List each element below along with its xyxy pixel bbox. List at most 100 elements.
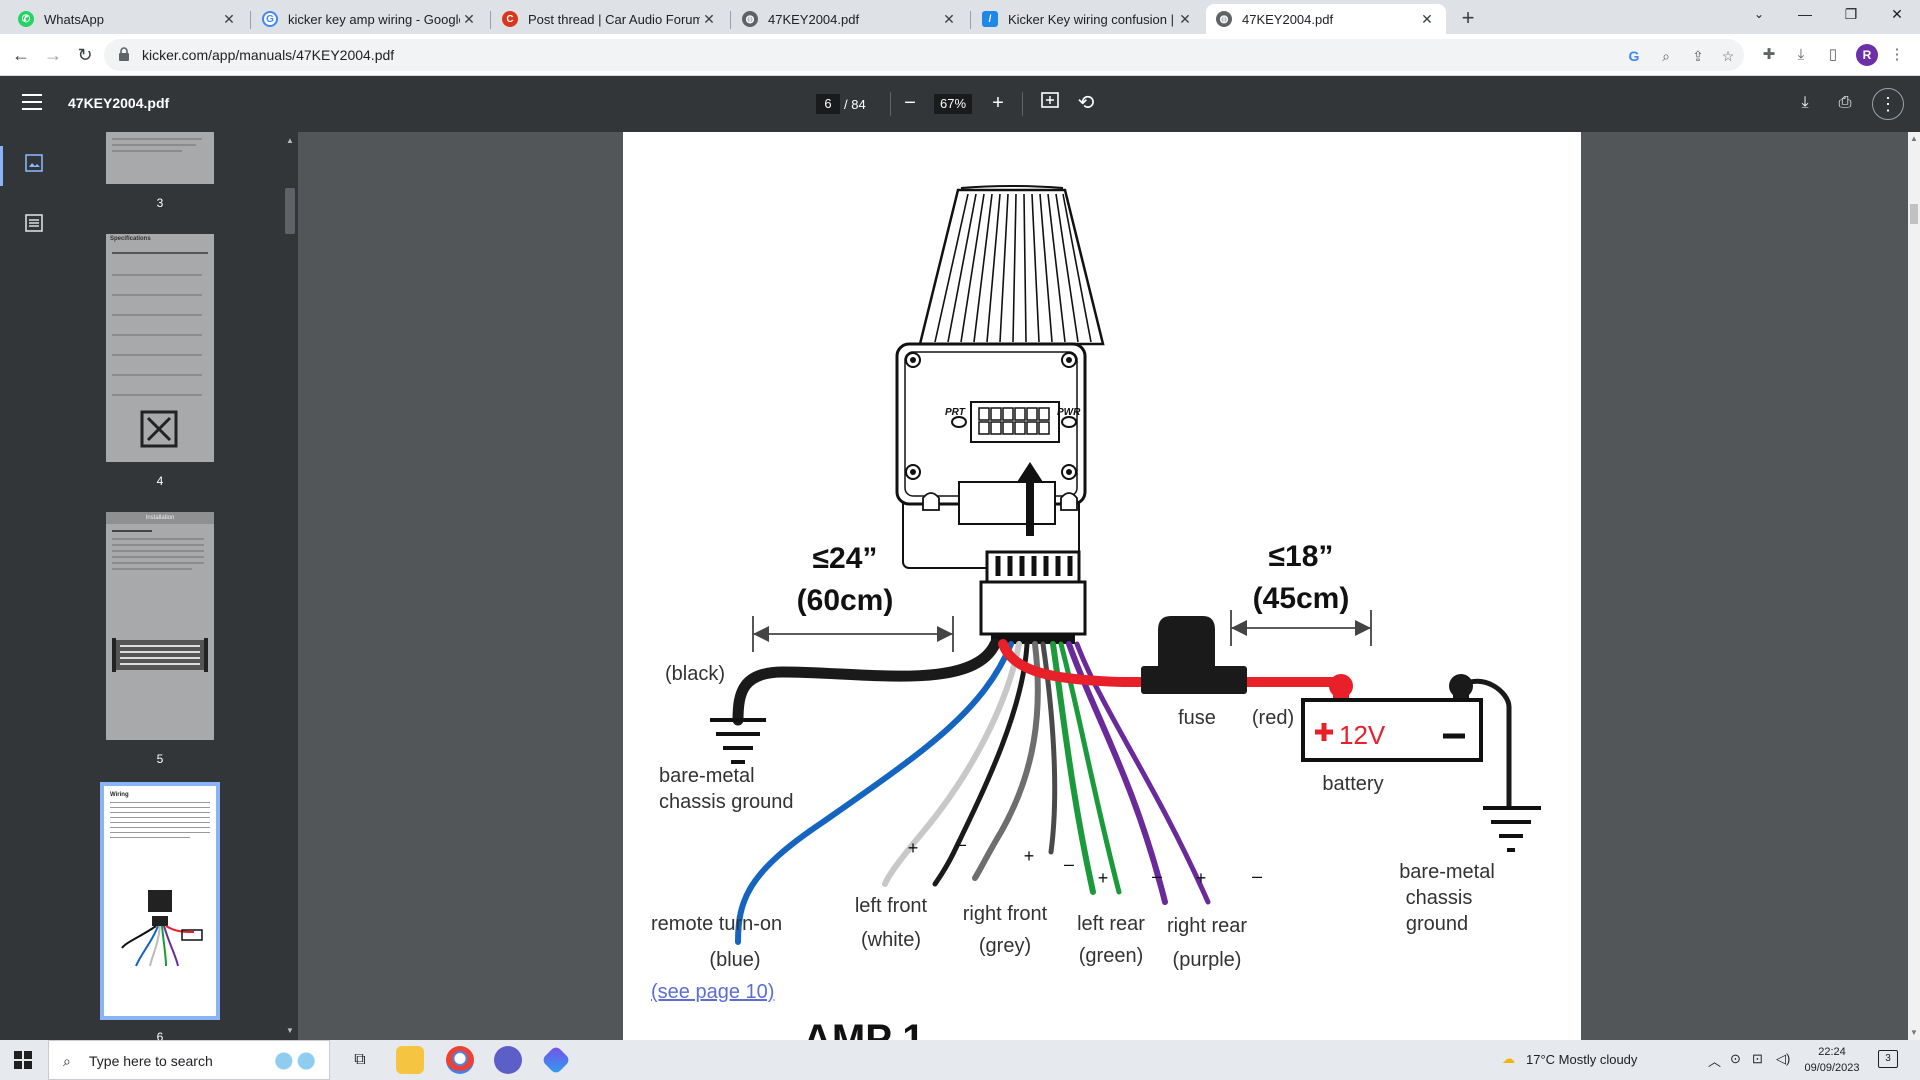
weather-widget[interactable]: 17°C Mostly cloudy bbox=[1526, 1052, 1637, 1067]
messenger-icon[interactable] bbox=[494, 1046, 522, 1074]
print-icon[interactable]: ⎙ bbox=[1832, 90, 1858, 116]
tab-strip: ✆ WhatsApp ✕ G kicker key amp wiring - G… bbox=[0, 0, 1920, 34]
black-label: (black) bbox=[665, 663, 725, 685]
close-icon[interactable]: ✕ bbox=[700, 11, 718, 28]
rotate-icon[interactable]: ⟲ bbox=[1073, 90, 1099, 116]
right-rear-label-1: right rear bbox=[1167, 915, 1247, 937]
amplifier-graphic-icon bbox=[112, 638, 208, 672]
download-icon[interactable]: ⤓ bbox=[1792, 90, 1818, 116]
wires bbox=[732, 638, 1348, 945]
thumbnail-page-5[interactable]: Installation bbox=[106, 512, 214, 740]
profile-avatar[interactable]: R bbox=[1856, 44, 1878, 66]
globe-icon: ◍ bbox=[742, 11, 758, 27]
zoom-input[interactable]: 67% bbox=[934, 94, 972, 114]
close-window-button[interactable]: ✕ bbox=[1874, 0, 1920, 30]
outline-icon[interactable] bbox=[24, 214, 44, 232]
page-number-input[interactable]: 6 bbox=[816, 94, 840, 114]
red-label: (red) bbox=[1252, 707, 1294, 729]
clock-date: 09/09/2023 bbox=[1804, 1062, 1860, 1074]
reload-button[interactable]: ↻ bbox=[72, 42, 98, 68]
tab-divider bbox=[490, 11, 491, 29]
side-panel-icon[interactable]: ▯ bbox=[1822, 44, 1844, 66]
globe-icon: ◍ bbox=[1216, 11, 1232, 27]
chevron-up-icon[interactable]: ︿ bbox=[1708, 1051, 1721, 1070]
meet-now-icon[interactable]: ⊙ bbox=[1730, 1051, 1741, 1067]
minimize-button[interactable]: — bbox=[1782, 0, 1828, 30]
search-highlight-icon bbox=[267, 1047, 323, 1075]
see-page-link[interactable]: (see page 10) bbox=[651, 981, 774, 1003]
close-icon[interactable]: ✕ bbox=[940, 11, 958, 28]
lock-icon bbox=[119, 47, 129, 61]
clock[interactable]: 22:24 09/09/2023 bbox=[1802, 1044, 1862, 1076]
tab-google-search[interactable]: G kicker key amp wiring - Google S ✕ bbox=[252, 4, 488, 34]
windows-start-icon[interactable] bbox=[14, 1051, 32, 1069]
minus-mark: – bbox=[1064, 854, 1074, 874]
maximize-button[interactable]: ❐ bbox=[1828, 0, 1874, 30]
tab-label: 47KEY2004.pdf bbox=[1242, 11, 1334, 27]
pdf-title: 47KEY2004.pdf bbox=[68, 95, 170, 111]
left-rear-label-1: left rear bbox=[1077, 913, 1145, 935]
tab-label: WhatsApp bbox=[44, 11, 104, 27]
extensions-icon[interactable]: ✚ bbox=[1758, 44, 1780, 66]
tab-divider bbox=[730, 11, 731, 29]
address-bar[interactable]: kicker.com/app/manuals/47KEY2004.pdf G ⌕… bbox=[104, 39, 1744, 71]
chrome-taskbar-icon[interactable] bbox=[446, 1046, 474, 1074]
thumbnail-page-4[interactable]: Specifications bbox=[106, 234, 214, 462]
thumbnail-page-6[interactable]: Wiring bbox=[100, 782, 220, 1020]
tab-pdf-1[interactable]: ◍ 47KEY2004.pdf ✕ bbox=[732, 4, 968, 34]
tab-search-icon[interactable]: ⌄ bbox=[1736, 0, 1782, 30]
browser-toolbar: ← → ↻ kicker.com/app/manuals/47KEY2004.p… bbox=[0, 34, 1920, 76]
close-icon[interactable]: ✕ bbox=[460, 11, 478, 28]
plus-mark: + bbox=[1024, 846, 1035, 866]
thumbnails-icon[interactable] bbox=[24, 154, 44, 172]
chrome-menu-icon[interactable]: ⋮ bbox=[1886, 44, 1908, 66]
downloads-icon[interactable]: ⤓ bbox=[1790, 44, 1812, 66]
tab-divider bbox=[250, 11, 251, 29]
minus-mark: – bbox=[956, 834, 966, 854]
zoom-icon[interactable]: ⌕ bbox=[1656, 46, 1676, 66]
new-tab-button[interactable]: + bbox=[1454, 5, 1482, 33]
whatsapp-icon: ✆ bbox=[18, 11, 34, 27]
right-front-label-2: (grey) bbox=[979, 935, 1031, 957]
windows-taskbar: ⌕ Type here to search ⧉ 17°C Mostly clou… bbox=[0, 1040, 1920, 1080]
tab-whatsapp[interactable]: ✆ WhatsApp ✕ bbox=[8, 4, 248, 34]
right-ground-label-3: ground bbox=[1406, 913, 1468, 935]
sidebar-scrollbar[interactable]: ▲ ▼ bbox=[282, 132, 298, 1040]
battery-voltage: 12V bbox=[1339, 720, 1386, 750]
tab-label: Post thread | Car Audio Forum | C bbox=[528, 11, 700, 27]
forward-button[interactable]: → bbox=[40, 42, 66, 68]
search-icon: ⌕ bbox=[63, 1053, 71, 1069]
fit-page-icon[interactable] bbox=[1037, 90, 1063, 116]
thumbnail-sidebar: 3 Specifications 4 Installation 5 Wiring bbox=[0, 132, 282, 1044]
back-button[interactable]: ← bbox=[8, 42, 34, 68]
tab-car-audio-forum[interactable]: C Post thread | Car Audio Forum | C ✕ bbox=[492, 4, 728, 34]
volume-icon[interactable]: ◁) bbox=[1776, 1051, 1790, 1067]
chassis-ground-symbol bbox=[710, 718, 766, 764]
close-icon[interactable]: ✕ bbox=[220, 11, 238, 28]
bookmark-star-icon[interactable]: ☆ bbox=[1718, 46, 1738, 66]
notifications-icon[interactable]: 3 bbox=[1878, 1050, 1898, 1068]
main-scrollbar[interactable]: ▲ ▼ bbox=[1908, 132, 1920, 1040]
more-actions-icon[interactable]: ⋮ bbox=[1872, 88, 1904, 120]
search-placeholder: Type here to search bbox=[89, 1053, 213, 1069]
taskbar-search[interactable]: ⌕ Type here to search bbox=[48, 1040, 330, 1080]
dim-right-bottom: (45cm) bbox=[1253, 582, 1350, 615]
subforum-icon: / bbox=[982, 11, 998, 27]
menu-icon[interactable] bbox=[22, 94, 42, 110]
pwr-label: PWR bbox=[1057, 407, 1081, 418]
thumbnail-page-3[interactable] bbox=[106, 132, 214, 184]
google-lens-icon[interactable]: G bbox=[1624, 46, 1644, 66]
file-explorer-icon[interactable] bbox=[396, 1046, 424, 1074]
zoom-out-button[interactable]: − bbox=[897, 90, 923, 116]
task-view-icon[interactable]: ⧉ bbox=[346, 1046, 374, 1074]
close-icon[interactable]: ✕ bbox=[1418, 11, 1436, 28]
tab-pdf-2-active[interactable]: ◍ 47KEY2004.pdf ✕ bbox=[1206, 4, 1446, 34]
tab-subforum[interactable]: / Kicker Key wiring confusion | Sub ✕ bbox=[972, 4, 1204, 34]
close-icon[interactable]: ✕ bbox=[1176, 11, 1194, 28]
minus-mark: – bbox=[1152, 866, 1162, 886]
share-icon[interactable]: ⇪ bbox=[1688, 46, 1708, 66]
zoom-in-button[interactable]: + bbox=[985, 90, 1011, 116]
copilot-icon[interactable] bbox=[541, 1045, 571, 1075]
network-icon[interactable]: ⊡ bbox=[1752, 1051, 1763, 1067]
right-ground-label-2: chassis bbox=[1406, 887, 1473, 909]
